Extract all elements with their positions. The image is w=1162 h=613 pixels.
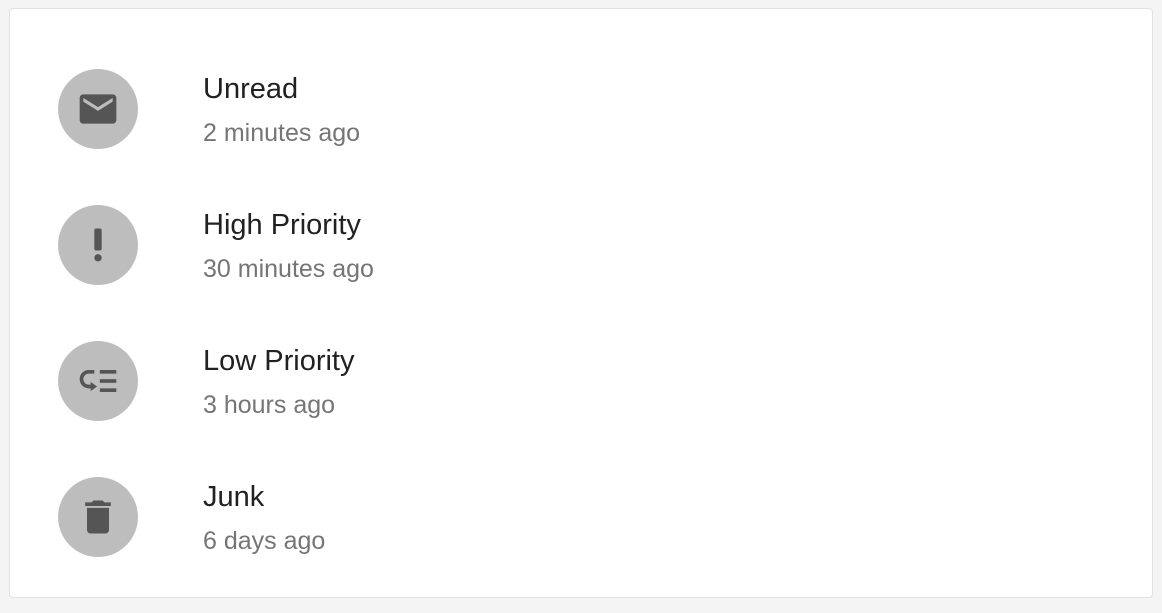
list-item-title: Junk [203,481,265,513]
list-item-title: High Priority [203,209,361,241]
list-item-low-priority[interactable]: Low Priority 3 hours ago [10,341,1152,477]
delete-icon [85,500,111,534]
avatar [58,69,138,149]
low-priority-icon [79,370,117,392]
list-item-timestamp: 30 minutes ago [203,255,374,283]
avatar [58,205,138,285]
list-item-title: Low Priority [203,345,355,377]
list-item-junk[interactable]: Junk 6 days ago [10,477,1152,613]
avatar [58,477,138,557]
list-item-title: Unread [203,73,299,105]
list-card: Unread 2 minutes ago High Priority 30 mi… [9,8,1153,598]
list-item-text: Unread 2 minutes ago [203,72,360,148]
list-item-timestamp: 6 days ago [203,527,326,555]
list-item-text: Low Priority 3 hours ago [203,344,355,420]
list-item-timestamp: 2 minutes ago [203,119,361,147]
priority-high-icon [94,228,102,262]
list-item-text: High Priority 30 minutes ago [203,208,374,284]
list-item-text: Junk 6 days ago [203,480,325,556]
mail-icon [79,94,117,124]
list-item-unread[interactable]: Unread 2 minutes ago [10,69,1152,205]
avatar [58,341,138,421]
list-item-high-priority[interactable]: High Priority 30 minutes ago [10,205,1152,341]
list-item-timestamp: 3 hours ago [203,391,336,419]
